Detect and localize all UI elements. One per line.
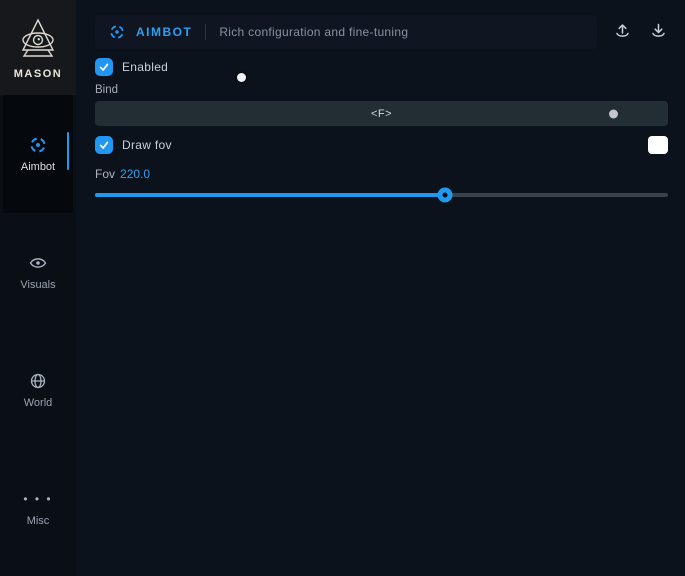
sidebar-item-label: Visuals (20, 279, 55, 291)
enabled-row: Enabled (95, 58, 668, 76)
upload-config-button[interactable] (611, 21, 633, 43)
fov-value: 220.0 (120, 167, 150, 181)
draw-fov-row: Draw fov (95, 136, 668, 154)
page-title-bar: AIMBOT Rich configuration and fine-tunin… (95, 15, 597, 49)
sidebar-item-world[interactable]: World (0, 331, 76, 449)
bind-drag-dot (609, 109, 618, 118)
sidebar-item-visuals[interactable]: Visuals (0, 213, 76, 331)
fov-color-swatch[interactable] (648, 136, 668, 154)
fov-slider-fill (95, 193, 445, 197)
draw-fov-check-group: Draw fov (95, 136, 172, 154)
title-separator (205, 24, 206, 40)
ellipsis-icon: • • • (23, 490, 52, 508)
page-title: AIMBOT (136, 25, 192, 39)
upload-icon (614, 22, 631, 42)
enabled-checkbox[interactable] (95, 58, 113, 76)
sidebar-item-label: Misc (27, 515, 50, 527)
bind-value: <F> (371, 108, 392, 120)
sidebar-nav: Aimbot Visuals World • (0, 95, 76, 567)
app-logo: MASON (0, 0, 76, 95)
fov-slider-thumb[interactable] (437, 188, 452, 203)
sidebar-item-misc[interactable]: • • • Misc (0, 449, 76, 567)
draw-fov-checkbox[interactable] (95, 136, 113, 154)
aimbot-settings: Enabled Bind <F> Draw fov Fov 220.0 (76, 49, 685, 203)
header: AIMBOT Rich configuration and fine-tunin… (95, 15, 669, 49)
checkmark-icon (98, 139, 110, 151)
download-config-button[interactable] (647, 21, 669, 43)
fov-label: Fov (95, 167, 115, 181)
bind-label: Bind (95, 84, 668, 96)
crosshair-icon (109, 24, 125, 40)
fov-slider[interactable] (95, 187, 668, 203)
globe-icon (30, 372, 46, 390)
enabled-label: Enabled (122, 60, 168, 74)
logo-text: MASON (14, 68, 62, 80)
download-icon (650, 22, 667, 42)
sidebar-item-aimbot[interactable]: Aimbot (3, 95, 73, 213)
mason-pyramid-eye-icon (15, 16, 61, 64)
page-subtitle: Rich configuration and fine-tuning (219, 25, 408, 39)
eye-icon (29, 254, 47, 272)
crosshair-icon (29, 136, 47, 154)
bind-input[interactable]: <F> (95, 101, 668, 126)
checkmark-icon (98, 61, 110, 73)
sidebar-item-label: Aimbot (21, 161, 55, 173)
active-indicator (67, 132, 69, 170)
sidebar-item-label: World (24, 397, 53, 409)
draw-fov-label: Draw fov (122, 138, 172, 152)
fov-label-row: Fov 220.0 (95, 167, 668, 181)
main-panel: AIMBOT Rich configuration and fine-tunin… (76, 0, 685, 576)
sidebar: MASON Aimbot Visuals (0, 0, 76, 576)
